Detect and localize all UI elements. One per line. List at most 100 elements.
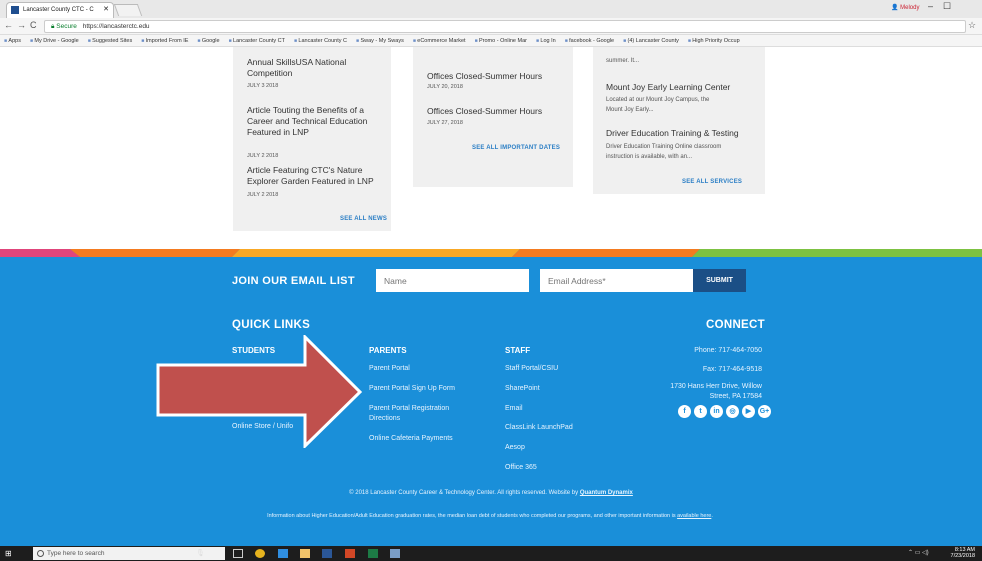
nav-buttons[interactable]: ←→C: [4, 20, 41, 30]
url-bar[interactable]: 🔒︎ Secure https://lancasterctc.edu: [44, 20, 966, 33]
file-explorer-icon[interactable]: [300, 549, 310, 558]
red-arrow-annotation: [156, 335, 363, 448]
browser-tab[interactable]: Lancaster County CTC - C ✕: [6, 2, 114, 18]
email-input[interactable]: [540, 269, 693, 292]
bookmark-item[interactable]: Lancaster County C: [294, 38, 347, 44]
bookmark-item[interactable]: My Drive - Google: [30, 38, 79, 44]
facebook-icon[interactable]: f: [678, 405, 691, 418]
see-all-dates-link[interactable]: SEE ALL IMPORTANT DATES: [472, 145, 560, 151]
info-body: Information about Higher Education/Adult…: [267, 513, 676, 519]
chrome-icon[interactable]: [255, 549, 265, 558]
address-bar-row: ←→C 🔒︎ Secure https://lancasterctc.edu ☆: [0, 18, 982, 35]
bookmark-item[interactable]: Apps: [4, 38, 21, 44]
system-tray[interactable]: ⌃ ▭ ◁): [908, 549, 929, 556]
twitter-icon[interactable]: t: [694, 405, 707, 418]
important-dates-panel: Offices Closed-Summer Hours JULY 20, 201…: [413, 47, 573, 187]
service-item-desc: Driver Education Training Online classro…: [606, 144, 722, 150]
taskbar-clock[interactable]: 8:13 AM 7/23/2018: [945, 547, 975, 559]
bookmark-item[interactable]: Suggested Sites: [88, 38, 132, 44]
news-item-date: JULY 2 2018: [247, 153, 279, 159]
bookmark-star-icon[interactable]: ☆: [968, 20, 976, 31]
bookmark-item[interactable]: facebook - Google: [565, 38, 614, 44]
staff-link[interactable]: Office 365: [505, 463, 537, 473]
publisher-icon[interactable]: [368, 549, 378, 558]
copyright-prefix: © 2018 Lancaster County Career & Technol…: [349, 490, 579, 496]
contact-address: 1730 Hans Herr Drive, Willow: [670, 383, 762, 390]
service-snippet: summer. It...: [606, 58, 640, 64]
bookmark-item[interactable]: Google: [197, 38, 219, 44]
news-item-title[interactable]: Article Touting the Benefits of a Career…: [247, 105, 387, 138]
news-panel: Annual SkillsUSA National Competition JU…: [233, 47, 391, 231]
service-item-desc: Mount Joy Early...: [606, 107, 654, 113]
url-text: https://lancasterctc.edu: [82, 23, 150, 30]
secure-label: Secure: [56, 23, 77, 30]
google-plus-icon[interactable]: G+: [758, 405, 771, 418]
lock-icon: 🔒︎: [51, 23, 55, 30]
staff-link[interactable]: SharePoint: [505, 384, 540, 394]
staff-link[interactable]: Staff Portal/CSIU: [505, 364, 558, 374]
windows-taskbar: ⊞ Type here to search 🎙︎ ⌃ ▭ ◁) 8:13 AM …: [0, 546, 982, 561]
linkedin-icon[interactable]: in: [710, 405, 723, 418]
connect-heading: CONNECT: [706, 319, 765, 331]
staff-heading: STAFF: [505, 346, 531, 355]
bookmark-item[interactable]: High Priority Occup: [688, 38, 740, 44]
available-here-link[interactable]: available here: [677, 513, 711, 519]
date-item-title[interactable]: Offices Closed-Summer Hours: [427, 106, 542, 117]
profile-button[interactable]: 👤 Melody: [891, 4, 919, 11]
news-item-title[interactable]: Annual SkillsUSA National Competition: [247, 57, 387, 79]
powerpoint-icon[interactable]: [345, 549, 355, 558]
submit-button[interactable]: SUBMIT: [693, 269, 746, 292]
site-favicon-icon: [11, 6, 19, 14]
windows-start-icon[interactable]: ⊞: [5, 549, 12, 558]
date-item-date: JULY 20, 2018: [427, 84, 463, 90]
browser-titlebar: Lancaster County CTC - C ✕ 👤 Melody –☐: [0, 0, 982, 18]
quick-links-heading: QUICK LINKS: [232, 319, 311, 331]
date-item-title[interactable]: Offices Closed-Summer Hours: [427, 71, 542, 82]
date-item-date: JULY 27, 2018: [427, 120, 463, 126]
service-item-title[interactable]: Driver Education Training & Testing: [606, 128, 739, 139]
services-panel: summer. It... Mount Joy Early Learning C…: [593, 47, 765, 194]
tab-title: Lancaster County CTC - C: [23, 7, 94, 13]
bookmark-item[interactable]: Log In: [536, 38, 556, 44]
youtube-icon[interactable]: ▶: [742, 405, 755, 418]
name-input[interactable]: [376, 269, 529, 292]
close-tab-icon[interactable]: ✕: [103, 3, 109, 17]
parents-link[interactable]: Directions: [369, 414, 400, 424]
parents-link[interactable]: Parent Portal Sign Up Form: [369, 384, 455, 394]
contact-address: Street, PA 17584: [709, 393, 762, 400]
word-icon[interactable]: [322, 549, 332, 558]
instagram-icon[interactable]: ◎: [726, 405, 739, 418]
window-controls[interactable]: –☐: [928, 1, 961, 12]
news-item-title[interactable]: Article Featuring CTC's Nature Explorer …: [247, 165, 387, 187]
service-item-desc: instruction is available, with an...: [606, 154, 693, 160]
see-all-services-link[interactable]: SEE ALL SERVICES: [682, 179, 742, 185]
page-content: Annual SkillsUSA National Competition JU…: [0, 47, 982, 249]
bookmark-item[interactable]: eCommerce Market: [413, 38, 466, 44]
app-icon[interactable]: [390, 549, 400, 558]
bookmark-item[interactable]: Sway - My Sways: [356, 38, 404, 44]
parents-heading: PARENTS: [369, 346, 407, 355]
bookmarks-bar: Apps My Drive - Google Suggested Sites Impo…: [0, 35, 982, 47]
copyright-text: © 2018 Lancaster County Career & Technol…: [0, 490, 982, 496]
see-all-news-link[interactable]: SEE ALL NEWS: [340, 216, 387, 222]
site-footer: JOIN OUR EMAIL LIST SUBMIT QUICK LINKS C…: [0, 257, 982, 546]
profile-name: Melody: [900, 5, 920, 11]
service-item-title[interactable]: Mount Joy Early Learning Center: [606, 82, 730, 93]
microphone-icon[interactable]: 🎙︎: [196, 549, 206, 558]
contact-fax: Fax: 717-464-9518: [702, 366, 762, 373]
bookmark-item[interactable]: Lancaster County CT: [229, 38, 285, 44]
bookmark-item[interactable]: Imported From IE: [141, 38, 188, 44]
parents-link[interactable]: Online Cafeteria Payments: [369, 434, 453, 444]
bookmark-item[interactable]: (4) Lancaster County: [623, 38, 679, 44]
new-tab-button[interactable]: [113, 4, 143, 16]
color-stripe: [0, 249, 982, 257]
parents-link[interactable]: Parent Portal: [369, 364, 410, 374]
parents-link[interactable]: Parent Portal Registration: [369, 404, 449, 414]
bookmark-item[interactable]: Promo - Online Mar: [475, 38, 527, 44]
staff-link[interactable]: Aesop: [505, 443, 525, 453]
quantum-dynamix-link[interactable]: Quantum Dynamix: [580, 490, 633, 496]
staff-link[interactable]: Email: [505, 404, 523, 414]
staff-link[interactable]: ClassLink LaunchPad: [505, 423, 573, 433]
app-icon[interactable]: [278, 549, 288, 558]
task-view-icon[interactable]: [233, 549, 243, 558]
